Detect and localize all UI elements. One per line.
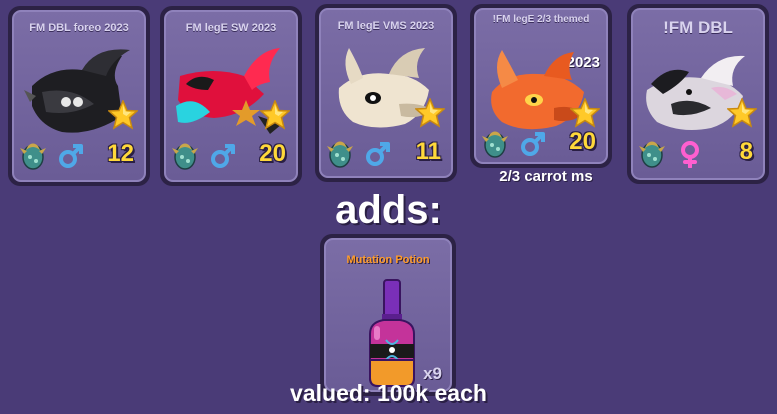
pet-age: 8 — [739, 138, 753, 165]
adds-heading: adds: — [335, 188, 442, 232]
cream-dragon-icon — [338, 48, 433, 128]
pet-title: !FM legE 2/3 themed — [492, 14, 590, 25]
star-icon — [727, 98, 757, 128]
black-dragon-icon — [24, 49, 130, 133]
male-icon — [58, 142, 84, 170]
potion-title: Mutation Potion — [346, 254, 430, 266]
pet-card-2[interactable]: FM legE SW 2023 20 — [160, 6, 302, 186]
pet-card-4[interactable]: !FM legE 2/3 themed 2023 20 — [470, 4, 612, 168]
pet-title: FM legE VMS 2023 — [337, 20, 435, 32]
pet-card-1[interactable]: FM DBL foreo 2023 12 — [8, 6, 150, 186]
egg-icon — [639, 138, 665, 168]
pet-age: 20 — [259, 140, 286, 167]
pet-age: 11 — [415, 138, 441, 165]
pet-title: !FM DBL — [663, 18, 733, 37]
potion-card[interactable]: Mutation Potion x9 — [320, 234, 456, 396]
star-icon — [260, 100, 290, 130]
male-icon — [520, 130, 546, 158]
egg-icon — [172, 140, 198, 170]
white-black-dragon-icon — [646, 55, 745, 130]
egg-icon — [20, 140, 46, 170]
value-note: valued: 100k each — [290, 380, 487, 406]
egg-icon — [482, 128, 508, 158]
male-icon — [210, 142, 236, 170]
pet-caption: 2/3 carrot ms — [499, 168, 593, 185]
pet-title: FM legE SW 2023 — [185, 22, 277, 34]
red-dragon-icon — [176, 48, 282, 134]
egg-icon — [327, 138, 353, 168]
star-icon — [570, 98, 600, 128]
star-icon — [108, 100, 138, 130]
mutation-potion-icon — [369, 279, 415, 387]
pet-card-5[interactable]: !FM DBL 8 — [627, 4, 769, 184]
pet-card-3[interactable]: FM legE VMS 2023 11 — [315, 4, 457, 182]
star-icon — [415, 98, 445, 128]
female-icon — [677, 140, 703, 168]
pet-age: 20 — [569, 128, 596, 155]
pet-age: 12 — [107, 140, 134, 167]
pet-title: FM DBL foreo 2023 — [29, 22, 129, 34]
male-icon — [365, 140, 391, 168]
